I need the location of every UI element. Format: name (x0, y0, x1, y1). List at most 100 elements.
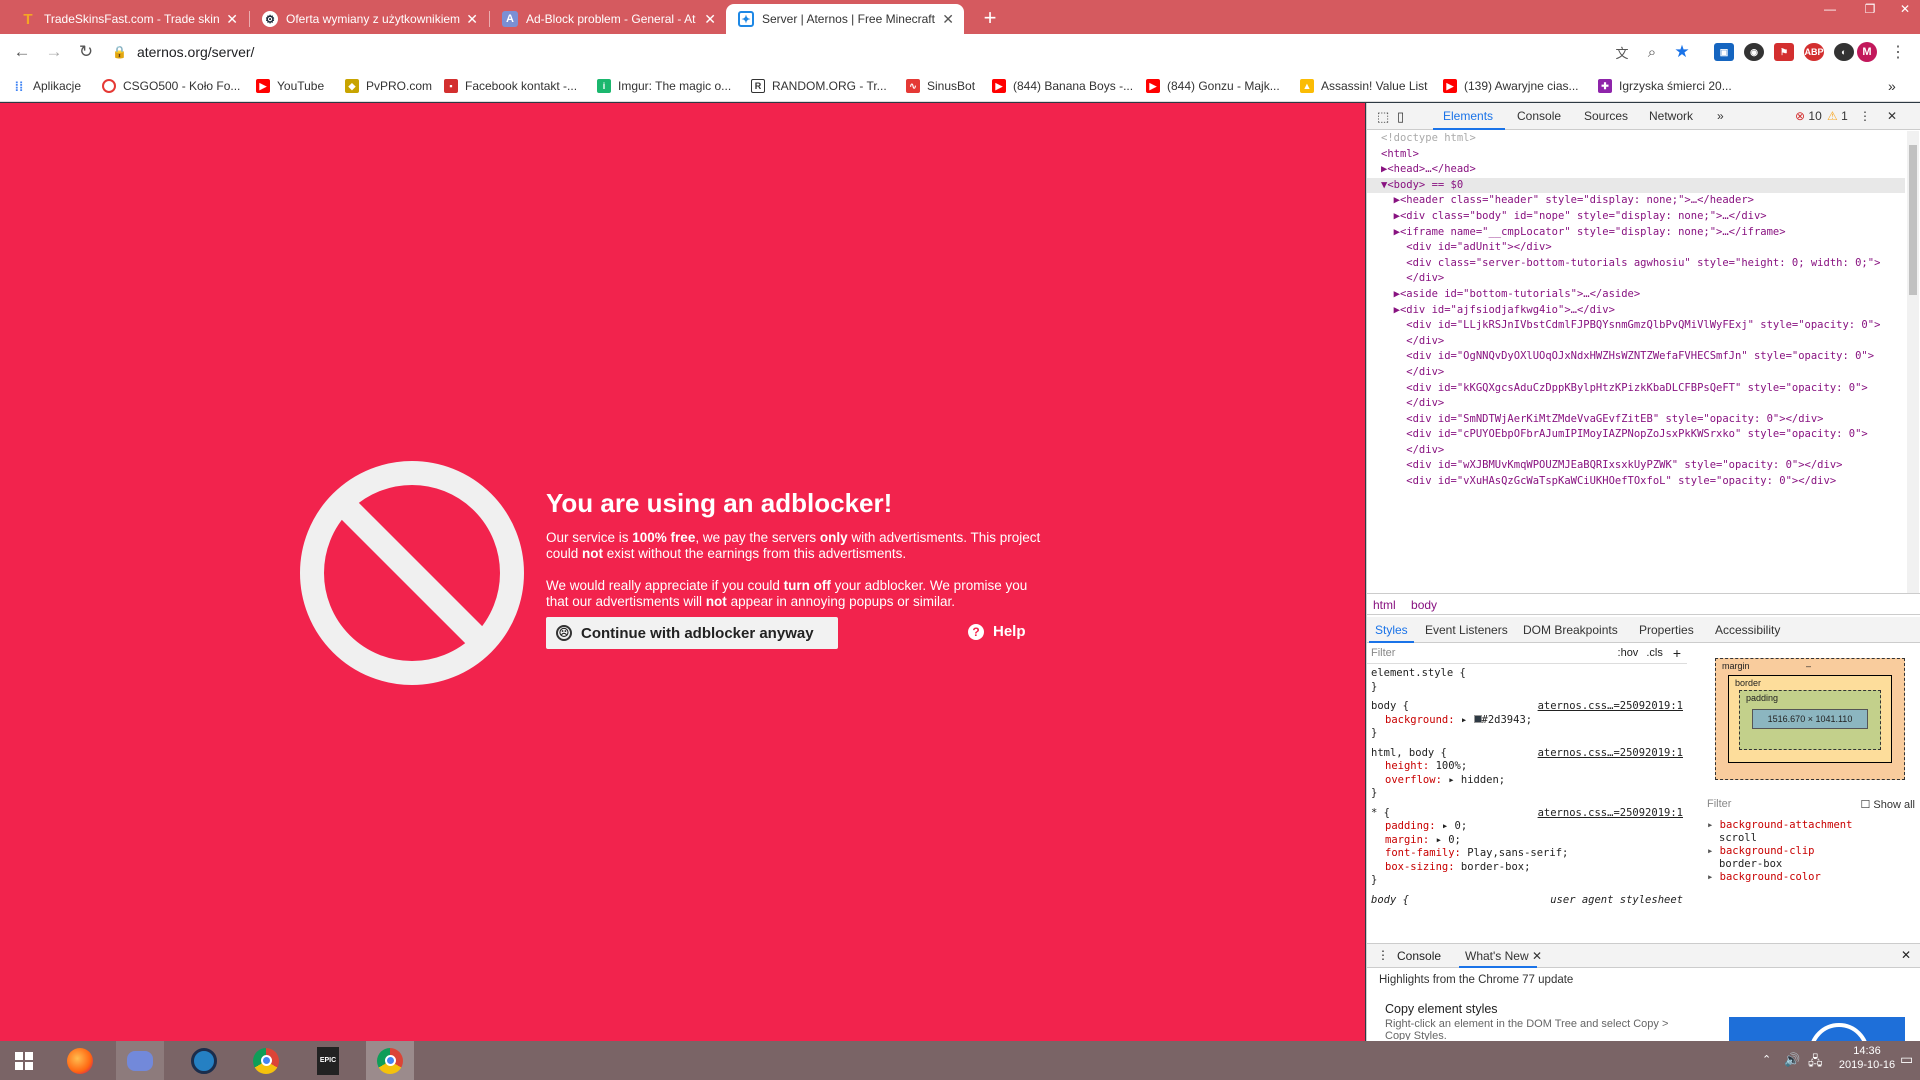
error-count-icon[interactable]: ⊗ 10 (1795, 109, 1822, 123)
breadcrumb-html[interactable]: html (1373, 598, 1396, 612)
dom-node-line[interactable]: ▶<div class="body" id="nope" style="disp… (1367, 209, 1905, 225)
close-icon[interactable]: ✕ (942, 11, 954, 28)
discord-icon[interactable] (116, 1041, 164, 1080)
extension-dark-icon[interactable]: ◐ (1834, 43, 1854, 61)
drawer-tab-whats-new[interactable]: What's New ✕ (1465, 949, 1542, 963)
devtools-tab-network[interactable]: Network (1649, 109, 1693, 123)
bookmark-random-org[interactable]: R RANDOM.ORG - Tr... (751, 76, 887, 96)
menu-kebab-icon[interactable]: ⋮ (1886, 40, 1910, 64)
dom-tree-scrollbar[interactable] (1907, 131, 1919, 593)
devtools-close-icon[interactable]: ✕ (1887, 109, 1897, 123)
drawer-tab-console[interactable]: Console (1397, 949, 1441, 963)
dom-node-line[interactable]: <div id="vXuHAsQzGcWaTspKaWCiUKHOefTOxfo… (1367, 474, 1905, 490)
tab-steam-offer[interactable]: ⚙ Oferta wymiany z użytkownikiem ✕ (250, 4, 488, 34)
clock[interactable]: 14:36 2019-10-16 (1838, 1045, 1896, 1071)
teamspeak-icon[interactable] (180, 1041, 228, 1080)
continue-with-adblocker-button[interactable]: ☹ Continue with adblocker anyway (546, 617, 838, 649)
bookmark-awaryjne[interactable]: ▶ (139) Awaryjne cias... (1443, 76, 1579, 96)
box-model-content[interactable]: 1516.670 × 1041.110 (1752, 709, 1868, 729)
devtools-tab-elements[interactable]: Elements (1443, 109, 1493, 123)
new-style-rule-icon[interactable]: + (1673, 646, 1681, 661)
extension-adblock-icon[interactable]: ABP (1804, 43, 1824, 61)
subtab-styles[interactable]: Styles (1375, 623, 1408, 637)
cls-toggle[interactable]: .cls (1646, 647, 1663, 661)
bookmark-assassin[interactable]: ▲ Assassin! Value List (1300, 76, 1428, 96)
style-source-link[interactable]: aternos.css…=25092019:1 (1538, 700, 1683, 714)
bookmark-sinusbot[interactable]: ∿ SinusBot (906, 76, 975, 96)
close-icon[interactable]: ✕ (704, 11, 716, 28)
tab-aternos-server[interactable]: ✦ Server | Aternos | Free Minecraft ✕ (726, 4, 964, 34)
restore-button[interactable]: ❐ (1850, 0, 1890, 18)
dom-tree[interactable]: <!doctype html> <html> ▶<head>…</head> ▼<bo… (1367, 131, 1905, 593)
bookmark-apps[interactable]: ⁞⁞ Aplikacje (12, 76, 81, 96)
dom-node-line[interactable]: <div class="server-bottom-tutorials agwh… (1367, 256, 1905, 272)
help-link[interactable]: ? Help (968, 623, 1026, 640)
bookmark-youtube[interactable]: ▶ YouTube (256, 76, 324, 96)
tray-chevron-icon[interactable]: ⌃ (1762, 1053, 1771, 1066)
dom-node-line[interactable]: ▶<header class="header" style="display: … (1367, 193, 1905, 209)
bookmark-pvpro[interactable]: ◆ PvPRO.com (345, 76, 432, 96)
bookmarks-overflow-icon[interactable]: » (1888, 76, 1896, 96)
box-model-border[interactable]: border padding 1516.670 × 1041.110 (1728, 675, 1892, 763)
epic-games-icon[interactable]: EPIC (304, 1041, 352, 1080)
dom-node-line[interactable]: <!doctype html> (1367, 131, 1905, 147)
zoom-icon[interactable]: ⌕ (1640, 40, 1664, 64)
volume-icon[interactable]: 🔊 (1784, 1052, 1800, 1068)
chrome-icon[interactable] (242, 1041, 290, 1080)
notifications-icon[interactable]: ▭ (1900, 1051, 1913, 1068)
close-icon[interactable]: ✕ (466, 11, 478, 28)
devtools-tab-sources[interactable]: Sources (1584, 109, 1628, 123)
reload-button[interactable]: ↻ (74, 40, 98, 64)
warning-count-icon[interactable]: ⚠ 1 (1827, 109, 1848, 123)
translate-icon[interactable]: 文 (1610, 40, 1634, 64)
bookmark-csgo500[interactable]: CSGO500 - Koło Fo... (102, 76, 240, 96)
dom-node-line[interactable]: <div id="adUnit"></div> (1367, 240, 1905, 256)
extension-flag-icon[interactable]: ⚑ (1774, 43, 1794, 61)
dom-node-line[interactable]: <div id="SmNDTWjAerKiMtZMdeVvaGEvfZitEB"… (1367, 412, 1905, 428)
chrome-active-icon[interactable] (366, 1041, 414, 1080)
subtab-dom-breakpoints[interactable]: DOM Breakpoints (1523, 623, 1618, 637)
firefox-icon[interactable] (56, 1041, 104, 1080)
forward-button[interactable]: → (42, 40, 66, 64)
back-button[interactable]: ← (10, 40, 34, 64)
close-window-button[interactable]: ✕ (1885, 0, 1920, 18)
devtools-more-tabs[interactable]: » (1717, 109, 1724, 123)
bookmark-facebook[interactable]: ▪ Facebook kontakt -... (444, 76, 577, 96)
devtools-tab-console[interactable]: Console (1517, 109, 1561, 123)
hov-toggle[interactable]: :hov (1618, 647, 1639, 661)
box-model-margin[interactable]: margin – border padding 1516.670 × 1041.… (1715, 658, 1905, 780)
subtab-accessibility[interactable]: Accessibility (1715, 623, 1780, 637)
dom-node-line[interactable]: </div> (1367, 334, 1905, 350)
subtab-properties[interactable]: Properties (1639, 623, 1694, 637)
dom-node-line[interactable]: <html> (1367, 147, 1905, 163)
network-icon[interactable]: 🖧 (1808, 1052, 1823, 1074)
dom-node-line[interactable]: ▶<aside id="bottom-tutorials">…</aside> (1367, 287, 1905, 303)
subtab-event-listeners[interactable]: Event Listeners (1425, 623, 1508, 637)
dom-node-line[interactable]: <div id="LLjkRSJnIVbstCdmlFJPBQYsnmGmzQl… (1367, 318, 1905, 334)
tab-tradeskinsfast[interactable]: T TradeSkinsFast.com - Trade skins ✕ (8, 4, 248, 34)
dom-node-line[interactable]: <div id="OgNNQvDyOXlUOqOJxNdxHWZHsWZNTZW… (1367, 349, 1905, 365)
style-source-link[interactable]: aternos.css…=25092019:1 (1538, 747, 1683, 761)
dom-node-line[interactable]: </div> (1367, 271, 1905, 287)
dom-node-line[interactable]: ▶<head>…</head> (1367, 162, 1905, 178)
bookmark-igrzyska[interactable]: ✚ Igrzyska śmierci 20... (1598, 76, 1732, 96)
drawer-menu-icon[interactable]: ⋮ (1377, 948, 1389, 962)
devtools-menu-icon[interactable]: ⋮ (1859, 109, 1871, 123)
address-bar[interactable]: 🔒 aternos.org/server/ (112, 39, 1652, 65)
computed-filter[interactable]: Filter ☐ Show all (1703, 794, 1920, 814)
inspect-element-icon[interactable]: ⬚ (1377, 109, 1389, 125)
drawer-close-icon[interactable]: ✕ (1901, 948, 1911, 962)
dom-node-line[interactable]: </div> (1367, 365, 1905, 381)
minimize-button[interactable]: — (1810, 0, 1850, 18)
profile-avatar[interactable]: M (1857, 42, 1877, 62)
dom-node-line[interactable]: <div id="kKGQXgcsAduCzDppKBylpHtzKPizkKb… (1367, 381, 1905, 397)
bookmark-banana-boys[interactable]: ▶ (844) Banana Boys -... (992, 76, 1133, 96)
bookmark-imgur[interactable]: i Imgur: The magic o... (597, 76, 731, 96)
box-model-padding[interactable]: padding 1516.670 × 1041.110 (1739, 690, 1881, 750)
windows-start-icon[interactable] (0, 1041, 48, 1080)
dom-node-line[interactable]: <div id="cPUYOEbpOFbrAJumIPIMoyIAZPNopZo… (1367, 427, 1905, 443)
dom-node-line[interactable]: <div id="wXJBMUvKmqWPOUZMJEaBQRIxsxkUyPZ… (1367, 458, 1905, 474)
dom-node-line[interactable]: </div> (1367, 396, 1905, 412)
breadcrumb-body[interactable]: body (1411, 598, 1437, 612)
extension-ghost-icon[interactable]: ◉ (1744, 43, 1764, 61)
